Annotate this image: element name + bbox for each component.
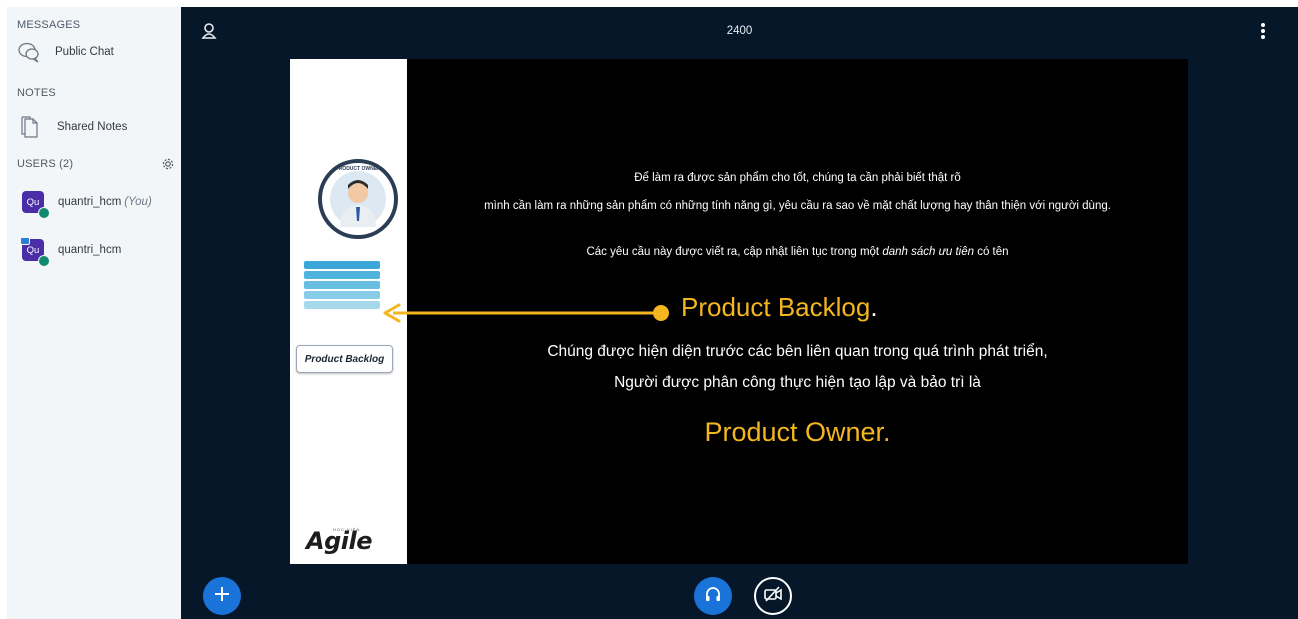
public-chat-label: Public Chat xyxy=(55,46,114,58)
backlog-bars-icon xyxy=(304,261,380,311)
notes-icon xyxy=(21,115,39,139)
camera-off-icon xyxy=(763,585,783,607)
slide-text-line: Chúng được hiện diện trước các bên liên … xyxy=(547,343,1048,360)
arrow-icon xyxy=(383,303,669,323)
product-owner-badge: PRODUCT OWNER xyxy=(318,159,398,239)
webcam-button[interactable] xyxy=(754,577,792,615)
product-backlog-heading: Product Backlog. xyxy=(681,292,878,322)
main-area: 2400 PRODUCT OWNER Product Backlog HỌC V… xyxy=(181,7,1298,619)
slide-text-line: mình cần làm ra những sản phẩm có những … xyxy=(484,200,1111,212)
shared-notes-label: Shared Notes xyxy=(57,121,128,133)
sidebar: MESSAGES Public Chat NOTES Shared Notes … xyxy=(7,7,181,619)
user-name: quantri_hcm xyxy=(58,196,122,208)
actions-button[interactable] xyxy=(203,577,241,615)
users-section-title: USERS (2) xyxy=(17,158,74,170)
shared-notes-item[interactable]: Shared Notes xyxy=(17,115,127,139)
product-owner-heading: Product Owner. xyxy=(704,417,891,447)
presenter-icon xyxy=(20,237,30,245)
headphones-icon xyxy=(704,585,722,608)
slide-text-line: Người được phân công thực hiện tạo lập v… xyxy=(614,374,981,391)
avatar: Qu xyxy=(22,191,50,219)
microphone-icon xyxy=(38,255,50,267)
user-name: quantri_hcm xyxy=(58,244,122,256)
notes-section-title: NOTES xyxy=(17,87,56,99)
audio-button[interactable] xyxy=(694,577,732,615)
messages-section-title: MESSAGES xyxy=(17,19,81,31)
plus-icon xyxy=(213,585,231,608)
slide-text-line: Các yêu cầu này được viết ra, cập nhật l… xyxy=(586,246,1009,258)
gear-icon[interactable] xyxy=(161,157,175,171)
presentation-slide: PRODUCT OWNER Product Backlog HỌC VIỆN A… xyxy=(290,59,1188,564)
microphone-icon xyxy=(38,207,50,219)
options-menu-icon[interactable] xyxy=(1259,21,1267,41)
public-chat-item[interactable]: Public Chat xyxy=(17,41,114,63)
product-backlog-box: Product Backlog xyxy=(296,345,393,373)
chat-icon xyxy=(17,41,41,63)
you-label: (You) xyxy=(124,196,152,208)
meeting-title: 2400 xyxy=(726,25,753,37)
user-list-item[interactable]: Qu quantri_hcm xyxy=(20,237,122,267)
user-list-item[interactable]: Qu quantri_hcm (You) xyxy=(22,191,152,219)
slide-text-line: Để làm ra được sản phẩm cho tốt, chúng t… xyxy=(634,172,961,184)
avatar: Qu xyxy=(20,237,50,267)
person-icon xyxy=(330,171,386,227)
agile-logo: Agile xyxy=(306,527,372,555)
